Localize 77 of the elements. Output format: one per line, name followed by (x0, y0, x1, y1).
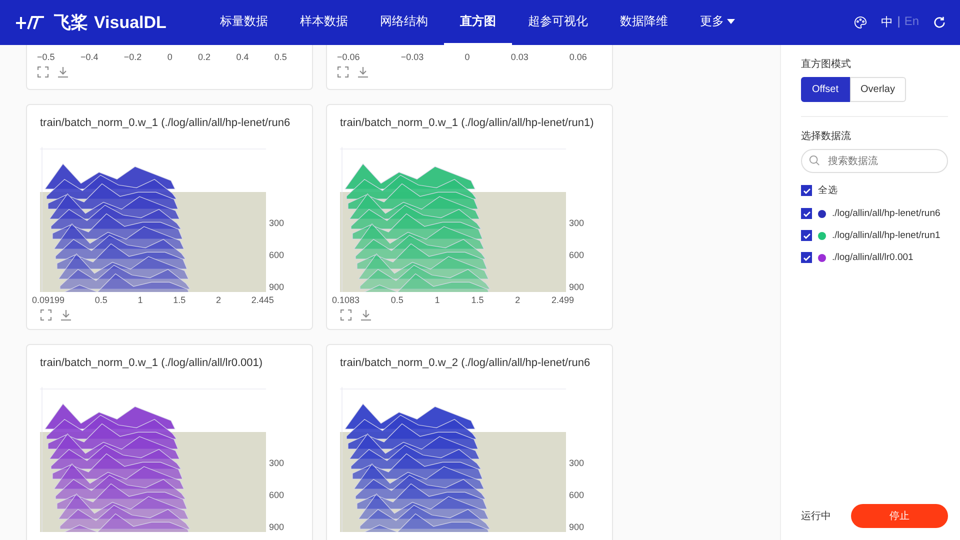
axis-tick-label: 600 (269, 490, 284, 500)
axis-tick-label: −0.03 (400, 52, 424, 62)
axis-tick-label: 600 (269, 250, 284, 260)
axis-tick-label: 0.5 (274, 52, 287, 62)
nav-tab[interactable]: 网络结构 (364, 0, 444, 45)
axis-tick-label: 1.5 (471, 295, 484, 305)
chart-title: train/batch_norm_0.w_2 (./log/allin/all/hp-lenet/run6 (340, 357, 592, 369)
nav-tab[interactable]: 标量数据 (204, 0, 284, 45)
axis-tick-label: 900 (269, 282, 284, 292)
brand-name: 飞桨 (54, 12, 88, 34)
checkbox-label: 全选 (818, 184, 838, 197)
axis-tick-label: 300 (569, 218, 584, 228)
checkbox[interactable] (801, 252, 812, 263)
checkbox-label: ./log/allin/all/hp-lenet/run1 (832, 230, 940, 241)
axis-tick-label: 300 (269, 218, 284, 228)
axis-tick-label: 1.5 (173, 295, 186, 305)
mode-toggle-button[interactable]: Overlay (850, 77, 906, 102)
axis-tick-label: 300 (569, 458, 584, 468)
chart-title: train/batch_norm_0.w_1 (./log/allin/all/hp-lenet/run6 (40, 117, 292, 129)
language-separator: | (897, 14, 900, 30)
axis-tick-label: 900 (569, 282, 584, 292)
section-label: 选择数据流 (801, 130, 852, 143)
axis-tick-label: 0.06 (569, 52, 587, 62)
nav-tab[interactable]: 超参可视化 (512, 0, 604, 45)
product-name: VisualDL (94, 12, 166, 32)
nav-tab[interactable]: 样本数据 (284, 0, 364, 45)
language-option[interactable]: 中 (881, 14, 894, 31)
axis-tick-label: 0.09199 (32, 295, 65, 305)
expand-icon[interactable] (337, 66, 349, 78)
checkbox[interactable] (801, 208, 812, 219)
chart-title: train/batch_norm_0.w_1 (./log/allin/all/hp-lenet/run1) (340, 117, 595, 129)
axis-tick-label: 0 (464, 52, 470, 62)
status-text: 运行中 (801, 510, 831, 523)
axis-tick-label: 600 (569, 250, 584, 260)
axis-tick-label: 900 (569, 522, 584, 532)
axis-tick-label: 1 (138, 295, 143, 305)
checkbox-label: ./log/allin/all/lr0.001 (832, 252, 914, 263)
mode-toggle-button[interactable]: Offset (801, 77, 850, 102)
axis-tick-label: 0.1083 (332, 295, 360, 305)
caret-icon (727, 18, 735, 24)
axis-tick-label: 2 (216, 295, 222, 305)
download-icon[interactable] (360, 309, 372, 321)
expand-icon[interactable] (40, 309, 52, 321)
chart-title: train/batch_norm_0.w_1 (./log/allin/all/lr0.001) (40, 357, 264, 369)
axis-tick-label: 0.2 (198, 52, 211, 62)
palette-icon[interactable] (854, 16, 868, 29)
axis-tick-label: 0.4 (236, 52, 249, 62)
nav-tab[interactable]: 更多 (684, 0, 751, 45)
axis-tick-label: 0.5 (390, 295, 404, 305)
axis-tick-label: 2.445 (251, 295, 274, 305)
axis-tick-label: 0.5 (94, 295, 108, 305)
checkbox-label: ./log/allin/all/hp-lenet/run6 (832, 208, 940, 219)
expand-icon[interactable] (37, 66, 49, 78)
axis-tick-label: 600 (569, 490, 584, 500)
axis-tick-label: −0.2 (124, 52, 142, 62)
axis-tick-label: 1 (434, 295, 440, 305)
axis-tick-label: 0.03 (510, 52, 528, 62)
checkbox[interactable] (801, 230, 812, 241)
axis-tick-label: 2 (515, 295, 520, 305)
expand-icon[interactable] (340, 309, 352, 321)
download-icon[interactable] (57, 66, 69, 78)
download-icon[interactable] (357, 66, 369, 78)
axis-tick-label: −0.06 (337, 52, 360, 62)
refresh-icon[interactable] (933, 16, 946, 29)
nav-tab[interactable]: 数据降维 (604, 0, 684, 45)
axis-tick-label: 0 (167, 52, 172, 62)
download-icon[interactable] (60, 309, 72, 321)
checkbox[interactable] (801, 185, 812, 196)
section-label: 直方图模式 (801, 58, 852, 71)
axis-tick-label: 300 (269, 458, 284, 468)
stop-button[interactable]: 停止 (851, 504, 948, 528)
axis-tick-label: 2.499 (551, 295, 574, 305)
axis-tick-label: 900 (269, 522, 284, 532)
search-icon (809, 155, 820, 166)
axis-tick-label: −0.5 (37, 52, 55, 62)
axis-tick-label: −0.4 (80, 52, 98, 62)
search-field[interactable]: 搜索数据流 (801, 149, 948, 173)
